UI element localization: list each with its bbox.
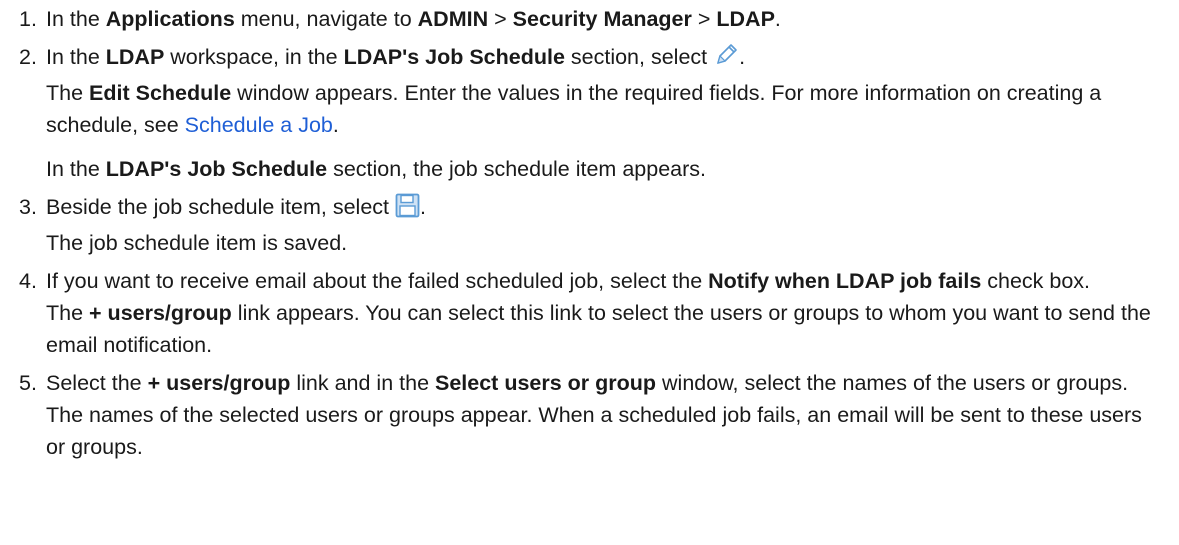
step-number: 3. [19,195,37,219]
text: The [46,81,90,105]
step-1: 1. In the Applications menu, navigate to… [0,3,1163,35]
step-3: 3. Beside the job schedule item, select … [0,191,1163,259]
schedule-a-job-link[interactable]: Schedule a Job [185,113,333,137]
step-4: 4. If you want to receive email about th… [0,265,1163,361]
separator: > [488,7,513,31]
job-schedule-section-label: LDAP's Job Schedule [105,157,328,181]
ldap-label: LDAP [716,7,775,31]
text: Beside the job schedule item, select [46,195,395,219]
separator: > [691,7,717,31]
procedure-document: 1. In the Applications menu, navigate to… [0,0,1179,463]
step-result: The names of the selected users or group… [46,403,1142,459]
text: window, select the names of the users or… [656,371,1129,395]
text: workspace, in the [164,45,344,69]
step-instruction: In the LDAP workspace, in the LDAP's Job… [46,41,1163,77]
step-result: The Edit Schedule window appears. Enter … [46,77,1163,141]
save-floppy-icon [395,193,420,227]
pencil-edit-icon [713,42,739,77]
text: In the [46,7,106,31]
step-instruction: Select the + users/group link and in the… [46,367,1163,399]
text: . [332,113,339,137]
step-instruction: In the Applications menu, navigate to AD… [46,3,1163,35]
users-group-link-label: + users/group [147,371,291,395]
step-5: 5. Select the + users/group link and in … [0,367,1163,463]
text: In the [46,45,106,69]
users-group-link-label: + users/group [89,301,232,325]
security-manager-label: Security Manager [512,7,692,31]
applications-menu-label: Applications [105,7,235,31]
step-note: In the LDAP's Job Schedule section, the … [46,153,1163,185]
text: Select the [46,371,148,395]
text: menu, navigate to [234,7,418,31]
text: The [46,301,90,325]
step-number: 4. [19,269,37,293]
step-instruction: If you want to receive email about the f… [46,265,1163,297]
step-result: The + users/group link appears. You can … [46,297,1163,361]
job-schedule-section-label: LDAP's Job Schedule [343,45,565,69]
text: . [774,7,781,31]
step-2: 2. In the LDAP workspace, in the LDAP's … [0,41,1163,185]
text: check box. [981,269,1091,293]
notify-checkbox-label: Notify when LDAP job fails [708,269,982,293]
admin-label: ADMIN [417,7,489,31]
select-users-window-label: Select users or group [435,371,657,395]
step-number: 5. [19,371,37,395]
text: section, select [564,45,714,69]
step-number: 1. [19,7,37,31]
step-result: The job schedule item is saved. [46,231,348,255]
text: If you want to receive email about the f… [46,269,709,293]
text: . [419,195,426,219]
step-number: 2. [19,45,37,69]
text: link and in the [290,371,435,395]
ldap-workspace-label: LDAP [105,45,165,69]
edit-schedule-label: Edit Schedule [89,81,232,105]
step-instruction: Beside the job schedule item, select . [46,191,1163,227]
text: In the [46,157,106,181]
text: section, the job schedule item appears. [327,157,706,181]
text: . [739,45,746,69]
